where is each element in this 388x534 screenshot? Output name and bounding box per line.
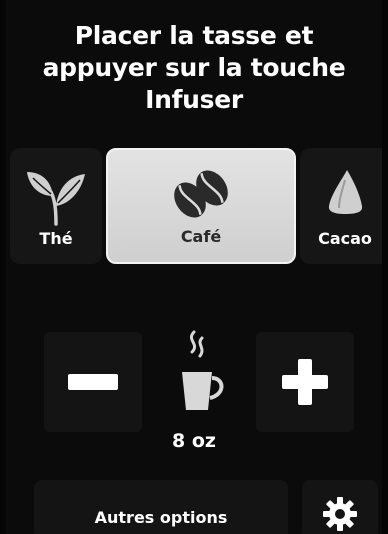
brewer-screen: Placer la tasse et appuyer sur la touche… xyxy=(0,0,388,534)
settings-button[interactable] xyxy=(302,480,378,534)
plus-icon xyxy=(282,359,328,405)
cup-size-value: 8 oz xyxy=(172,430,216,452)
beverage-tea-label: Thé xyxy=(39,229,73,248)
beverage-coffee-button[interactable]: Café xyxy=(106,148,296,264)
decrease-size-button[interactable] xyxy=(44,332,142,432)
increase-size-button[interactable] xyxy=(256,332,354,432)
instruction-line-2: appuyer sur la touche Infuser xyxy=(42,53,346,114)
minus-icon xyxy=(68,374,118,390)
instruction-line-1: Placer la tasse et xyxy=(74,21,314,50)
beverage-coffee-label: Café xyxy=(180,227,222,246)
beverage-cocoa-button[interactable]: Cacao xyxy=(300,148,382,264)
more-options-button[interactable]: Autres options xyxy=(34,480,288,534)
cocoa-drop-icon xyxy=(328,170,363,214)
tea-leaves-icon xyxy=(27,172,85,226)
gear-icon xyxy=(323,497,357,531)
instruction-text: Placer la tasse et appuyer sur la touche… xyxy=(6,20,382,116)
cup-icon xyxy=(182,330,224,410)
coffee-beans-icon xyxy=(174,170,228,218)
more-options-label: Autres options xyxy=(94,508,228,527)
beverage-tea-button[interactable]: Thé xyxy=(10,148,102,264)
beverage-cocoa-label: Cacao xyxy=(318,229,372,248)
